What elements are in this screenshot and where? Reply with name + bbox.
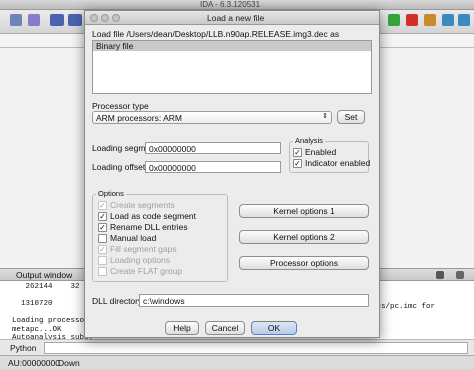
processor-select-value: ARM processors: ARM: [96, 113, 182, 123]
check-icon: ✓: [293, 158, 302, 168]
python-label[interactable]: Python: [10, 343, 36, 353]
create-segments-checkbox[interactable]: ✓ Create segments: [98, 200, 175, 210]
load-file-label: Load file /Users/dean/Desktop/LLB.n90ap.…: [92, 29, 340, 39]
status-address: AU:00000000: [8, 358, 60, 368]
dialog-title: Load a new file: [207, 13, 265, 23]
indicator-enabled-label: Indicator enabled: [305, 158, 371, 168]
enabled-label: Enabled: [305, 147, 337, 157]
step-icon[interactable]: [442, 14, 454, 26]
dll-directory-input[interactable]: c:\windows: [139, 294, 369, 307]
run-icon[interactable]: [388, 14, 400, 26]
check-icon: ✓: [98, 222, 107, 232]
indicator-enabled-checkbox[interactable]: ✓ Indicator enabled: [293, 158, 370, 168]
create-segments-label: Create segments: [110, 200, 175, 210]
kernel-options-1-button[interactable]: Kernel options 1: [239, 204, 369, 218]
kernel-options-2-button[interactable]: Kernel options 2: [239, 230, 369, 244]
loading-options-label: Loading options: [110, 255, 171, 265]
load-as-code-checkbox[interactable]: ✓ Load as code segment: [98, 211, 196, 221]
dll-directory-label: DLL directory: [92, 296, 143, 306]
python-command-bar: Python: [0, 339, 474, 355]
fill-gaps-label: Fill segment gaps: [110, 244, 177, 254]
loading-segment-input[interactable]: 0x00000000: [145, 142, 281, 154]
output-window-title: Output window: [16, 270, 73, 280]
processor-select[interactable]: ARM processors: ARM ⇕: [92, 111, 332, 124]
cancel-button[interactable]: Cancel: [205, 321, 245, 335]
manual-load-label: Manual load: [110, 233, 157, 243]
ida-window-title: IDA - 6.3.120531: [200, 0, 261, 9]
loading-offset-label: Loading offset: [92, 162, 146, 172]
create-flat-checkbox[interactable]: Create FLAT group: [98, 266, 182, 276]
back-icon[interactable]: [50, 14, 64, 26]
zoom-window-icon[interactable]: [112, 14, 120, 22]
check-icon: ✓: [98, 211, 107, 221]
loading-options-checkbox[interactable]: Loading options: [98, 255, 170, 265]
rename-dll-checkbox[interactable]: ✓ Rename DLL entries: [98, 222, 188, 232]
check-icon: ✓: [98, 200, 107, 210]
rename-dll-label: Rename DLL entries: [110, 222, 188, 232]
processor-type-label: Processor type: [92, 101, 149, 111]
manual-load-checkbox[interactable]: Manual load: [98, 233, 156, 243]
options-group-title: Options: [96, 189, 126, 198]
analysis-group: [289, 141, 369, 173]
help-button[interactable]: Help: [165, 321, 199, 335]
dialog-title-bar[interactable]: Load a new file: [85, 11, 379, 25]
step-over-icon[interactable]: [458, 14, 470, 26]
status-bar: AU:00000000 Down: [0, 355, 474, 369]
load-file-dialog: Load a new file Load file /Users/dean/De…: [84, 10, 380, 338]
empty-checkbox-box: [98, 233, 107, 243]
empty-checkbox-box: [98, 255, 107, 265]
load-as-code-label: Load as code segment: [110, 211, 197, 221]
empty-checkbox-box: [98, 266, 107, 276]
open-icon[interactable]: [10, 14, 22, 26]
close-icon[interactable]: [456, 271, 464, 279]
output-right-text: ocs/pc.imc for: [372, 303, 436, 311]
float-icon[interactable]: [436, 271, 444, 279]
close-window-icon[interactable]: [90, 14, 98, 22]
minimize-window-icon[interactable]: [101, 14, 109, 22]
check-icon: ✓: [98, 244, 107, 254]
chevron-updown-icon: ⇕: [322, 113, 328, 120]
create-flat-label: Create FLAT group: [110, 266, 182, 276]
forward-icon[interactable]: [68, 14, 82, 26]
stop-icon[interactable]: [406, 14, 418, 26]
check-icon: ✓: [293, 147, 302, 157]
status-state: Down: [58, 358, 80, 368]
loading-offset-input[interactable]: 0x00000000: [145, 161, 281, 173]
python-command-input[interactable]: [44, 342, 468, 354]
file-type-item[interactable]: Binary file: [93, 41, 371, 51]
analysis-group-title: Analysis: [293, 136, 325, 145]
debugger-icon[interactable]: [424, 14, 436, 26]
ida-title-bar: IDA - 6.3.120531: [0, 0, 474, 10]
set-button[interactable]: Set: [337, 110, 365, 124]
ok-button[interactable]: OK: [251, 321, 297, 335]
save-icon[interactable]: [28, 14, 40, 26]
enabled-checkbox[interactable]: ✓ Enabled: [293, 147, 336, 157]
fill-gaps-checkbox[interactable]: ✓ Fill segment gaps: [98, 244, 177, 254]
file-type-list[interactable]: Binary file: [92, 40, 372, 94]
processor-options-button[interactable]: Processor options: [239, 256, 369, 270]
